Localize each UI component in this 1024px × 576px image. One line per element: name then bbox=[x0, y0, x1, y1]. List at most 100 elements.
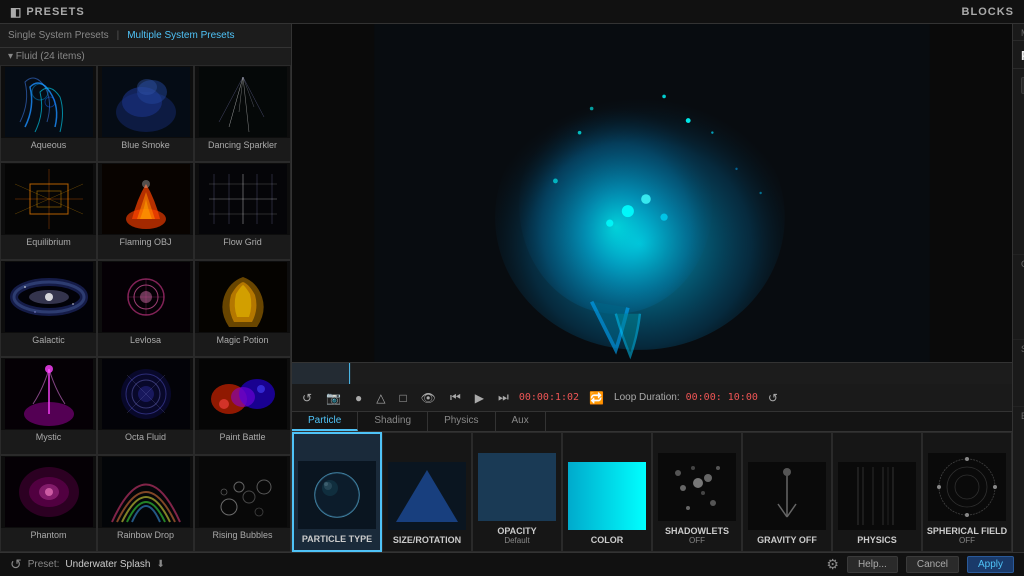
camera-btn[interactable]: 📷 bbox=[322, 389, 345, 407]
preset-grid: Aqueous Blue Smoke bbox=[0, 65, 291, 552]
timeline-bar[interactable] bbox=[292, 362, 1012, 384]
time-display: 00:00:1:02 bbox=[519, 392, 579, 403]
status-reset-icon[interactable]: ↺ bbox=[10, 556, 22, 573]
tab-row: Particle Shading Physics Aux bbox=[292, 412, 1012, 432]
center-panel: ↺ 📷 ● △ □ 👁 ⏮ ▶ ⏭ 00:00:1:02 🔁 Loop Dura… bbox=[292, 24, 1012, 552]
apply-btn[interactable]: Apply bbox=[967, 556, 1014, 573]
effect-opacity[interactable]: OPACITY Default bbox=[472, 432, 562, 552]
copy-paste-row: Copy Paste bbox=[1013, 73, 1024, 98]
preset-tabs: Single System Presets | Multiple System … bbox=[0, 24, 291, 48]
preset-name-aqueous: Aqueous bbox=[31, 138, 67, 153]
preset-name-rising-bubbles: Rising Bubbles bbox=[212, 528, 272, 543]
effect-shadowlets-sublabel: OFF bbox=[689, 536, 705, 545]
effect-opacity-sublabel: Default bbox=[504, 536, 529, 545]
status-save-icon[interactable]: ⬇ bbox=[156, 559, 164, 570]
effect-size-rotation-label: SIZE/ROTATION bbox=[393, 535, 461, 545]
effect-spherical-field[interactable]: SPHERICAL FIELD OFF bbox=[922, 432, 1012, 552]
cancel-btn[interactable]: Cancel bbox=[906, 556, 959, 573]
preview-btn[interactable]: ● bbox=[351, 389, 366, 407]
preset-name-mystic: Mystic bbox=[36, 430, 62, 445]
tab-single-system[interactable]: Single System Presets bbox=[8, 30, 109, 41]
preset-count: ▾ Fluid (24 items) bbox=[0, 48, 291, 65]
preset-item-rainbow-drop[interactable]: Rainbow Drop bbox=[97, 455, 194, 552]
refresh-btn[interactable]: ↺ bbox=[764, 389, 782, 407]
blend-mode-row: Blend Mode Screen bbox=[1013, 423, 1024, 441]
preset-name-blue-smoke: Blue Smoke bbox=[121, 138, 170, 153]
tab-aux[interactable]: Aux bbox=[496, 412, 546, 431]
preset-name-rainbow-drop: Rainbow Drop bbox=[117, 528, 174, 543]
preset-item-aqueous[interactable]: Aqueous bbox=[0, 65, 97, 162]
loop-btn[interactable]: 🔁 bbox=[585, 389, 608, 407]
time-sampling-row: Time Sampling: Random - Loop bbox=[1013, 216, 1024, 234]
preset-name-equilibrium: Equilibrium bbox=[26, 235, 71, 250]
blocks-label: BLOCKS bbox=[962, 6, 1014, 18]
preset-name-levlosa: Levlosa bbox=[130, 333, 161, 348]
preset-name-phantom: Phantom bbox=[30, 528, 66, 543]
preset-item-mystic[interactable]: Mystic bbox=[0, 357, 97, 454]
preset-item-magic-potion[interactable]: Magic Potion bbox=[194, 260, 291, 357]
preset-item-phantom[interactable]: Phantom bbox=[0, 455, 97, 552]
rect-btn[interactable]: □ bbox=[396, 389, 411, 407]
presets-label: PRESETS bbox=[26, 6, 84, 18]
effect-shadowlets[interactable]: SHADOWLETS OFF bbox=[652, 432, 742, 552]
status-left: ↺ Preset: Underwater Splash ⬇ bbox=[10, 556, 165, 573]
scrubblets-header: Scrubblets bbox=[1013, 339, 1024, 356]
preset-item-rising-bubbles[interactable]: Rising Bubbles bbox=[194, 455, 291, 552]
right-panel-content: Copy Paste Preset: Untitled ⬇ Particle T… bbox=[1013, 69, 1024, 552]
effect-color-label: COLOR bbox=[591, 535, 624, 545]
life-random-row: Life Random: 52% bbox=[1013, 180, 1024, 198]
presets-header: ◧ PRESETS bbox=[10, 5, 85, 19]
play-btn[interactable]: ▶ bbox=[471, 389, 488, 407]
tab-particle[interactable]: Particle bbox=[292, 412, 358, 431]
effect-shadowlets-label: SHADOWLETS bbox=[665, 526, 729, 536]
viewport bbox=[292, 24, 1012, 362]
preset-item-flow-grid[interactable]: Flow Grid bbox=[194, 162, 291, 259]
effect-gravity[interactable]: GRAVITY OFF bbox=[742, 432, 832, 552]
glow-section-header: Glow bbox=[1013, 254, 1024, 271]
preset-name-octa-fluid: Octa Fluid bbox=[125, 430, 166, 445]
effect-physics[interactable]: PHYSICS bbox=[832, 432, 922, 552]
effect-gravity-label: GRAVITY OFF bbox=[757, 535, 817, 545]
blend-mode-header: Blend Mode bbox=[1013, 406, 1024, 423]
preset-row: Preset: Untitled ⬇ bbox=[1013, 98, 1024, 116]
status-gear-icon[interactable]: ⚙ bbox=[826, 556, 839, 573]
preset-name-paint-battle: Paint Battle bbox=[219, 430, 265, 445]
particle-type-row: Particle Type: Sprite Colorize bbox=[1013, 116, 1024, 134]
status-right: ⚙ Help... Cancel Apply bbox=[826, 556, 1014, 573]
effect-particle-type-label: PARTICLE TYPE bbox=[302, 534, 372, 544]
next-frame-btn[interactable]: ⏭ bbox=[494, 388, 513, 407]
preset-item-galactic[interactable]: Galactic bbox=[0, 260, 97, 357]
preset-item-levlosa[interactable]: Levlosa bbox=[97, 260, 194, 357]
preset-name-galactic: Galactic bbox=[32, 333, 65, 348]
effect-opacity-label: OPACITY bbox=[497, 526, 536, 536]
effect-size-rotation[interactable]: SIZE/ROTATION bbox=[382, 432, 472, 552]
presets-icon: ◧ bbox=[10, 5, 22, 19]
particle-feather-row: Particle Feather: 50.0 bbox=[1013, 198, 1024, 216]
preset-item-equilibrium[interactable]: Equilibrium bbox=[0, 162, 97, 259]
effect-particle-type[interactable]: PARTICLE TYPE bbox=[292, 432, 382, 552]
transport-bar: ↺ 📷 ● △ □ 👁 ⏮ ▶ ⏭ 00:00:1:02 🔁 Loop Dura… bbox=[292, 384, 1012, 412]
status-bar: ↺ Preset: Underwater Splash ⬇ ⚙ Help... … bbox=[0, 552, 1024, 576]
tab-physics[interactable]: Physics bbox=[428, 412, 495, 431]
effect-spherical-sublabel: OFF bbox=[959, 536, 975, 545]
preset-item-flaming-obj[interactable]: Flaming OBJ bbox=[97, 162, 194, 259]
top-bar: ◧ PRESETS BLOCKS bbox=[0, 0, 1024, 24]
tab-shading[interactable]: Shading bbox=[358, 412, 428, 431]
preset-name-flaming-obj: Flaming OBJ bbox=[119, 235, 171, 250]
prev-frame-btn[interactable]: ⏮ bbox=[446, 388, 465, 407]
eye-btn[interactable]: 👁 bbox=[417, 389, 440, 407]
preset-item-octa-fluid[interactable]: Octa Fluid bbox=[97, 357, 194, 454]
preset-name-flow-grid: Flow Grid bbox=[223, 235, 262, 250]
rewind-btn[interactable]: ↺ bbox=[298, 389, 316, 407]
bottom-section: Particle Shading Physics Aux bbox=[292, 412, 1012, 552]
motion-btn[interactable]: △ bbox=[372, 389, 389, 407]
preset-item-blue-smoke[interactable]: Blue Smoke bbox=[97, 65, 194, 162]
left-panel: Single System Presets | Multiple System … bbox=[0, 24, 292, 552]
preset-item-paint-battle[interactable]: Paint Battle bbox=[194, 357, 291, 454]
tab-multiple-system[interactable]: Multiple System Presets bbox=[127, 30, 234, 41]
sprite-preview-row: Choose Sprite... bbox=[1013, 134, 1024, 162]
preset-name-magic-potion: Magic Potion bbox=[216, 333, 268, 348]
preset-item-dancing-sparkler[interactable]: Dancing Sparkler bbox=[194, 65, 291, 162]
help-btn[interactable]: Help... bbox=[847, 556, 898, 573]
effect-color[interactable]: COLOR bbox=[562, 432, 652, 552]
